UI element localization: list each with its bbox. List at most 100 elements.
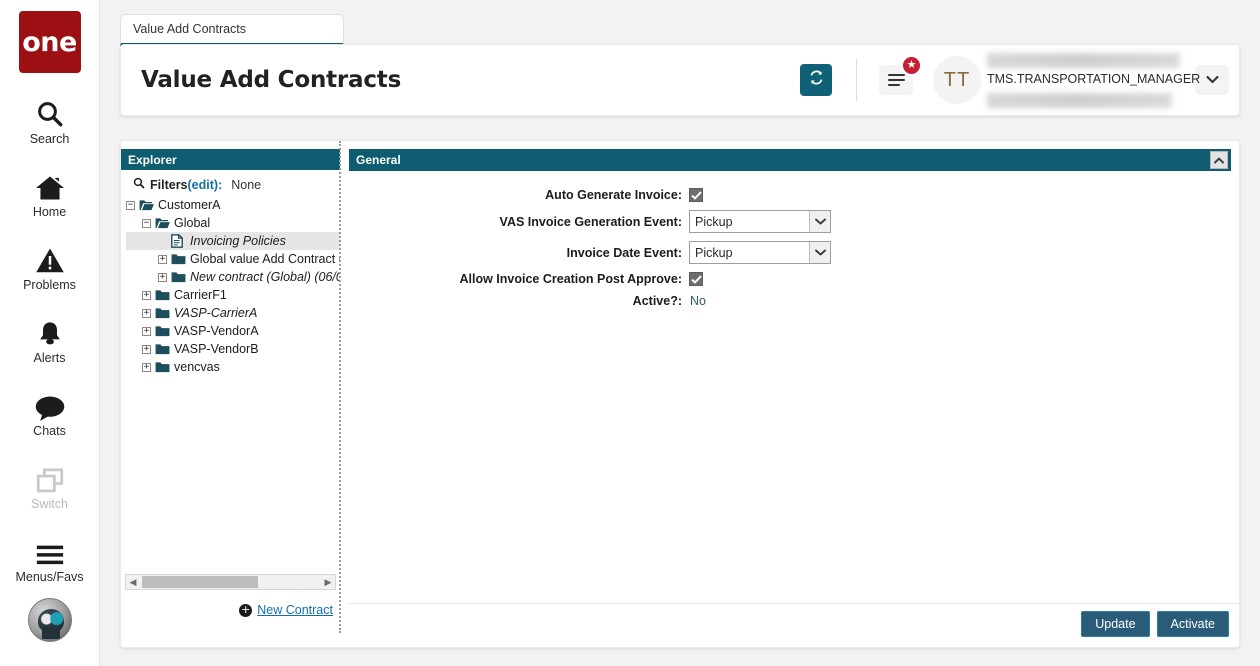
explorer-hscrollbar[interactable]: ◀ ▶ [125, 574, 336, 590]
general-title: General [356, 153, 401, 167]
refresh-button[interactable] [800, 64, 832, 96]
tree-node-label: Global [174, 217, 210, 230]
tree-expand-toggle[interactable]: + [142, 309, 151, 318]
folder-icon [171, 253, 186, 265]
tree-expand-toggle[interactable]: + [142, 363, 151, 372]
plus-icon: + [239, 604, 252, 617]
sidebar-item-search[interactable]: Search [0, 95, 100, 146]
tree-expand-toggle[interactable]: + [158, 255, 167, 264]
redacted-bar-bottom [987, 93, 1172, 108]
triangle-left-icon[interactable]: ◀ [126, 577, 140, 588]
chevron-down-icon [1206, 71, 1219, 89]
folder-icon [171, 271, 186, 283]
tree-collapse-toggle[interactable]: − [142, 219, 151, 228]
sidebar-item-alerts[interactable]: Alerts [0, 314, 100, 365]
header-actions: ★ TT TMS.TRANSPORTATION_MANAGER [800, 53, 1239, 107]
scrollbar-thumb[interactable] [142, 576, 258, 588]
sidebar-item-problems[interactable]: Problems [0, 241, 100, 292]
chevron-down-icon [809, 242, 830, 263]
switch-windows-icon [35, 460, 65, 494]
tree-node-label: CarrierF1 [174, 289, 227, 302]
folder-icon [155, 307, 170, 319]
tree-node[interactable]: + VASP-CarrierA [126, 304, 340, 322]
home-icon [34, 168, 66, 202]
tree-node[interactable]: +vencvas [126, 358, 340, 376]
filters-row: Filters (edit): None [121, 170, 340, 196]
invoice-date-event-select[interactable]: Pickup [689, 241, 831, 264]
field-value [689, 188, 703, 202]
field-active: Active?: No [349, 294, 1231, 308]
sidebar-item-label: Search [30, 132, 70, 146]
page-title: Value Add Contracts [141, 67, 401, 93]
explorer-title: Explorer [128, 153, 177, 167]
activate-button[interactable]: Activate [1157, 611, 1229, 637]
filters-edit-link[interactable]: (edit): [188, 178, 223, 192]
hamburger-icon [888, 71, 905, 89]
star-icon: ★ [901, 55, 922, 76]
tree-node[interactable]: + CarrierF1 [126, 286, 340, 304]
user-info-block: TMS.TRANSPORTATION_MANAGER [987, 53, 1187, 107]
sidebar-item-chats[interactable]: Chats [0, 387, 100, 438]
field-value: No [689, 294, 706, 308]
field-auto-generate-invoice: Auto Generate Invoice: [349, 188, 1231, 202]
header-menu-button[interactable]: ★ [879, 65, 913, 95]
tree-node[interactable]: +VASP-VendorA [126, 322, 340, 340]
tree-node[interactable]: − Global [126, 214, 340, 232]
tree-expand-toggle[interactable]: + [142, 345, 151, 354]
tree-node[interactable]: Invoicing Policies [126, 232, 340, 250]
tree-collapse-toggle[interactable]: − [126, 201, 135, 210]
folder-icon [155, 325, 170, 337]
tree-expand-toggle[interactable]: + [158, 273, 167, 282]
user-avatar-logo[interactable] [28, 598, 72, 642]
scrollbar-track[interactable] [140, 575, 321, 589]
sidebar-item-label: Switch [31, 497, 68, 511]
hamburger-icon [35, 533, 65, 567]
tab-strip: Value Add Contracts [108, 0, 1260, 46]
content-card: Explorer Filters (edit): None −CustomerA… [120, 140, 1240, 648]
vas-invoice-generation-event-select[interactable]: Pickup [689, 210, 831, 233]
tree-node-label: CustomerA [158, 199, 221, 212]
tree-expand-toggle[interactable]: + [142, 291, 151, 300]
auto-generate-invoice-checkbox[interactable] [689, 188, 703, 202]
page-header: Value Add Contracts ★ TT [120, 44, 1240, 116]
general-form: Auto Generate Invoice: VAS Invoice Gener… [349, 171, 1231, 308]
tree-node-label: Global value Add Contract (Glo [190, 253, 340, 266]
select-value: Pickup [690, 246, 809, 260]
field-allow-invoice-creation-post-approve: Allow Invoice Creation Post Approve: [349, 272, 1231, 286]
footer-divider [349, 603, 1239, 604]
logo-text: one [22, 29, 77, 56]
field-label: VAS Invoice Generation Event: [349, 215, 689, 229]
tree-node-label: New contract (Global) (06/01/23 [190, 271, 340, 284]
tree-node[interactable]: + Global value Add Contract (Glo [126, 250, 340, 268]
sidebar-item-switch[interactable]: Switch [0, 460, 100, 511]
sidebar-item-menus-favs[interactable]: Menus/Favs [0, 533, 100, 584]
tree-node[interactable]: + New contract (Global) (06/01/23 [126, 268, 340, 286]
tree-node[interactable]: +VASP-VendorB [126, 340, 340, 358]
avatar[interactable]: TT [933, 56, 981, 104]
tab-value-add-contracts[interactable]: Value Add Contracts [120, 14, 344, 46]
tree-expand-toggle[interactable]: + [142, 327, 151, 336]
field-invoice-date-event: Invoice Date Event: Pickup [349, 241, 1231, 264]
search-icon [35, 95, 65, 129]
field-label: Auto Generate Invoice: [349, 188, 689, 202]
app-root: one Search Home Problems Alerts [0, 0, 1260, 666]
check-icon [691, 191, 702, 200]
one-logo[interactable]: one [19, 11, 81, 73]
redacted-bar-top [987, 53, 1180, 68]
new-contract-row: + New Contract [121, 590, 340, 630]
active-value: No [689, 294, 706, 308]
filters-value: None [231, 178, 261, 192]
collapse-button[interactable] [1210, 151, 1228, 169]
warning-triangle-icon [35, 241, 65, 275]
search-icon [133, 177, 145, 192]
new-contract-link[interactable]: New Contract [257, 603, 333, 617]
triangle-right-icon[interactable]: ▶ [321, 577, 335, 588]
tree-node-label: VASP-CarrierA [174, 307, 257, 320]
field-label: Active?: [349, 294, 689, 308]
panel-splitter[interactable] [339, 141, 341, 633]
sidebar-item-home[interactable]: Home [0, 168, 100, 219]
update-button[interactable]: Update [1081, 611, 1149, 637]
allow-invoice-creation-post-approve-checkbox[interactable] [689, 272, 703, 286]
select-value: Pickup [690, 215, 809, 229]
tree-node[interactable]: − CustomerA [126, 196, 340, 214]
